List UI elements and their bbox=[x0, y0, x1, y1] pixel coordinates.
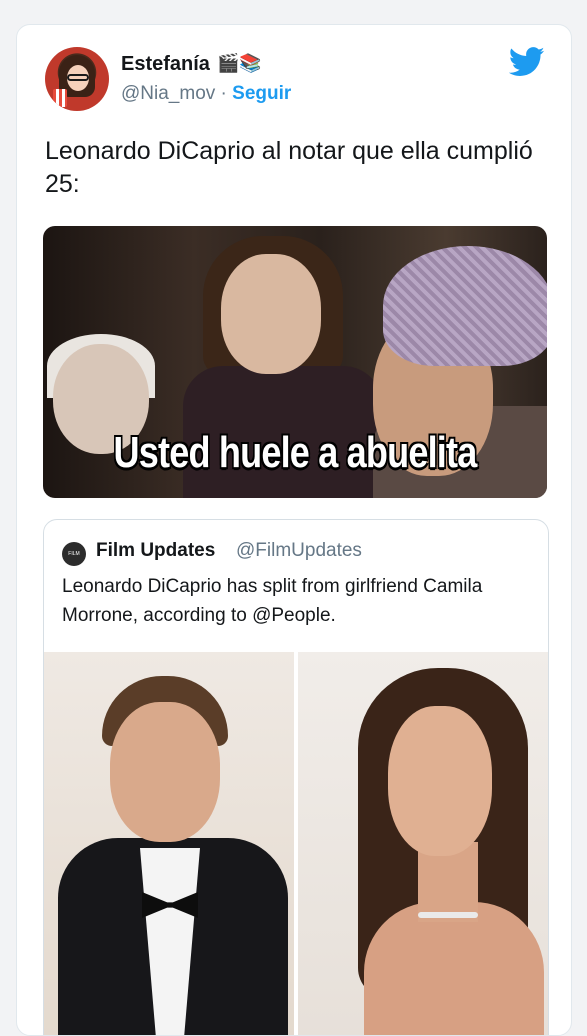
woman-face bbox=[388, 706, 492, 856]
author-handle[interactable]: @Nia_mov bbox=[121, 83, 215, 104]
photo-man-tuxedo[interactable] bbox=[44, 652, 294, 1035]
avatar-glasses bbox=[67, 74, 89, 81]
quoted-author-avatar[interactable]: FILM UPDATES bbox=[62, 542, 86, 581]
author-handle-line: @Nia_mov · Seguir bbox=[121, 83, 291, 105]
quoted-photos[interactable] bbox=[44, 652, 548, 1035]
follow-button[interactable]: Seguir bbox=[232, 83, 291, 104]
author-name[interactable]: Estefanía bbox=[121, 53, 210, 76]
clapperboard-books-icon: 🎬📚 bbox=[217, 53, 262, 73]
man-face-photo bbox=[110, 702, 220, 842]
quoted-author-name[interactable]: Film Updates bbox=[96, 540, 215, 562]
twitter-bird-icon[interactable] bbox=[509, 47, 545, 77]
quoted-tweet[interactable]: FILM UPDATES Film Updates @FilmUpdates L… bbox=[43, 519, 549, 1035]
tweet-text: Leonardo DiCaprio al notar que ella cump… bbox=[45, 137, 533, 198]
man-face bbox=[221, 254, 321, 374]
quoted-author-handle[interactable]: @FilmUpdates bbox=[236, 540, 362, 562]
meme-caption: Usted huele a abuelita bbox=[113, 428, 478, 477]
meme-image[interactable]: Usted huele a abuelita bbox=[43, 226, 547, 498]
woman-shoulders bbox=[364, 902, 544, 1035]
photo-woman[interactable] bbox=[298, 652, 548, 1035]
quoted-tweet-text: Leonardo DiCaprio has split from girlfri… bbox=[62, 576, 483, 626]
separator-dot: · bbox=[220, 83, 227, 104]
popcorn-icon bbox=[53, 89, 67, 107]
knitted-hat bbox=[383, 246, 547, 366]
author-avatar[interactable] bbox=[45, 47, 109, 111]
tweet-card[interactable]: Estefanía 🎬📚 @Nia_mov · Seguir Leonardo … bbox=[16, 24, 572, 1036]
necklace bbox=[418, 912, 478, 918]
